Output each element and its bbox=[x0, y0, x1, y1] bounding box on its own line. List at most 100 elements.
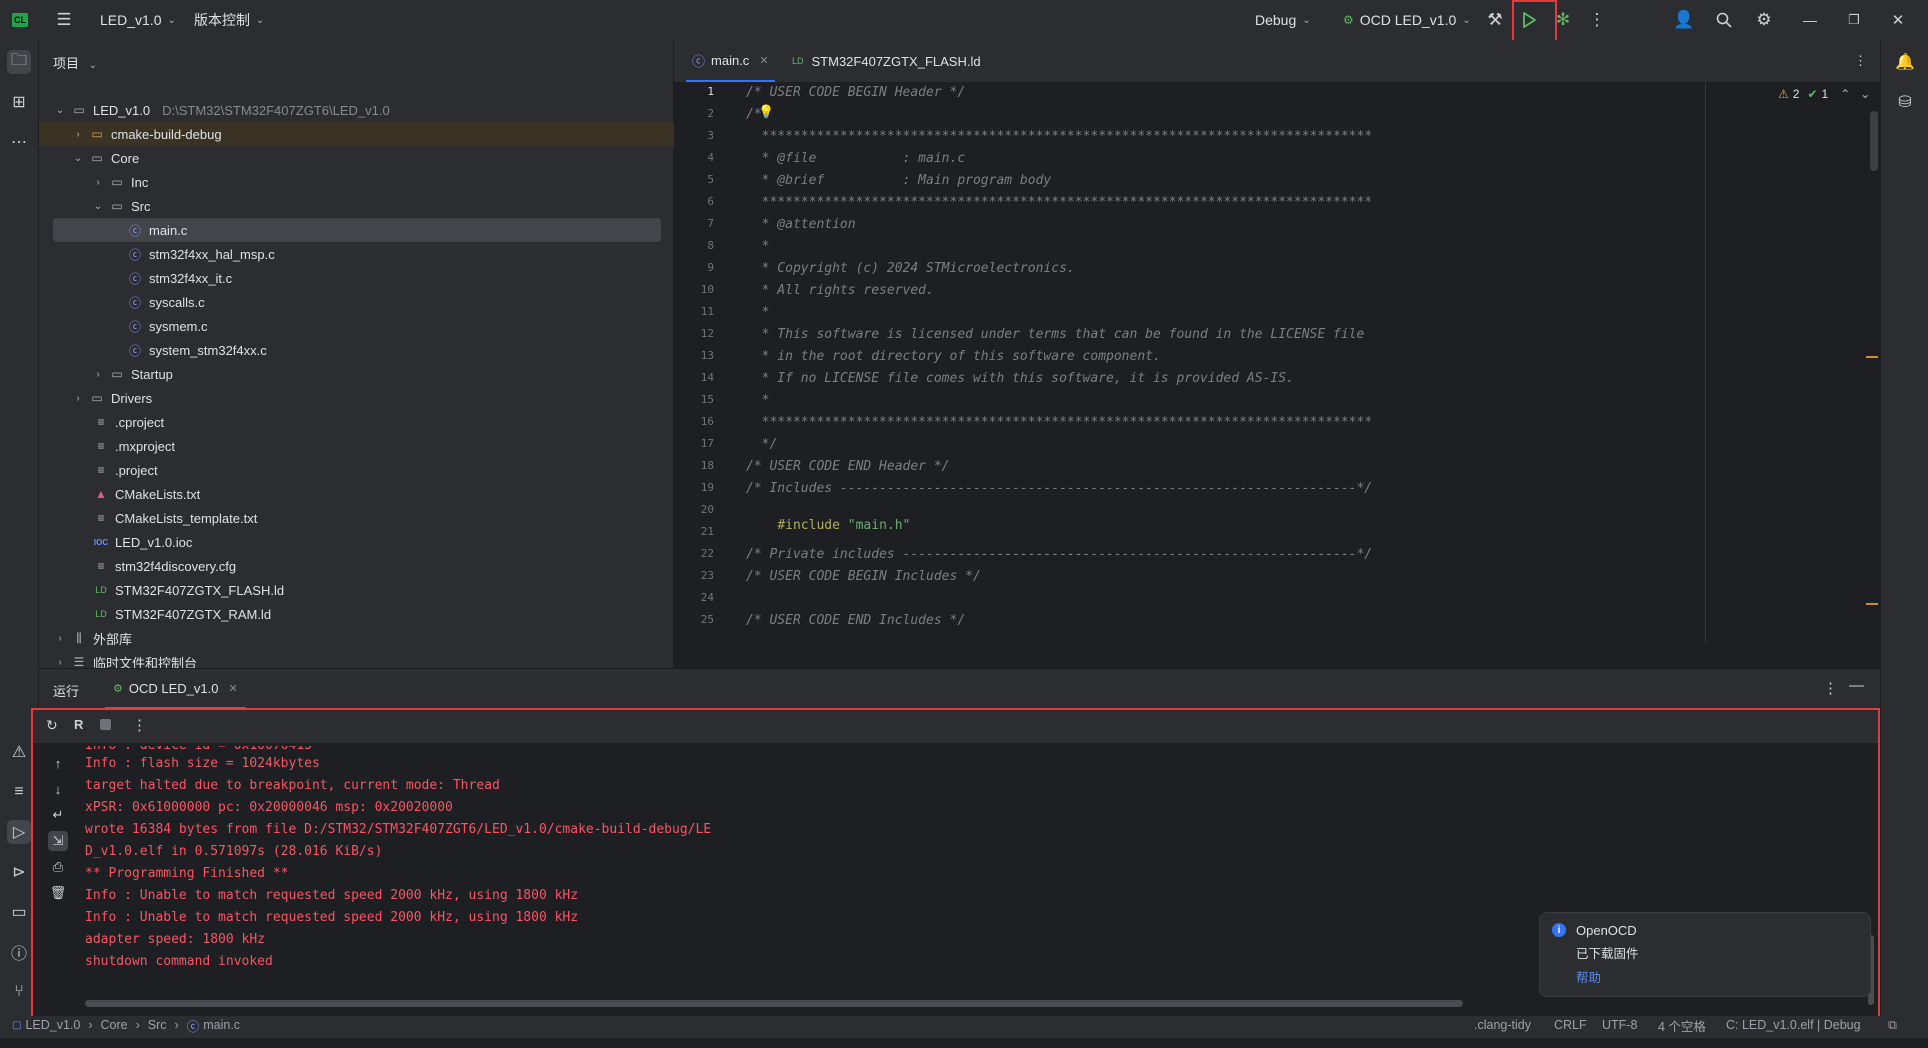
hide-panel-icon[interactable]: — bbox=[1849, 677, 1864, 694]
scroll-to-end-icon[interactable]: ⇲ bbox=[48, 831, 68, 851]
more-actions-icon[interactable]: ⋮ bbox=[132, 716, 147, 734]
breadcrumb-separator: › bbox=[135, 1018, 140, 1032]
build-config-selector[interactable]: Debug ⌄ bbox=[1255, 0, 1311, 40]
tree-item-cmake-build-debug[interactable]: › ▭ cmake-build-debug bbox=[39, 122, 705, 146]
search-icon[interactable] bbox=[1712, 8, 1736, 32]
terminal-icon[interactable]: ▭ bbox=[7, 900, 31, 924]
tree-item-sysmem[interactable]: ⓒ sysmem.c bbox=[39, 314, 761, 338]
breadcrumb-item[interactable]: LED_v1.0 bbox=[25, 1018, 80, 1032]
lock-icon[interactable]: ⧉ bbox=[1888, 1016, 1897, 1034]
linter-status[interactable]: .clang-tidy bbox=[1474, 1016, 1531, 1034]
code-editor[interactable]: 1 2 3 4 5 6 7 8 9 10 11 12 13 14 15 16 1… bbox=[674, 83, 1880, 643]
app-logo-icon: CL bbox=[12, 13, 28, 27]
more-actions-icon[interactable]: ⋮ bbox=[1585, 8, 1609, 32]
chevron-right-icon: › bbox=[76, 392, 80, 404]
tree-item-ram-ld[interactable]: LD STM32F407ZGTX_RAM.ld bbox=[39, 602, 727, 626]
notifications-bell-icon[interactable]: 🔔 bbox=[1893, 50, 1917, 74]
tree-item-src[interactable]: ⌄ ▭ Src bbox=[39, 194, 725, 218]
warning-marker[interactable] bbox=[1866, 356, 1878, 358]
tree-item-core[interactable]: ⌄ ▭ Core bbox=[39, 146, 705, 170]
folder-icon: ▭ bbox=[91, 127, 103, 141]
restart-icon[interactable]: R bbox=[74, 717, 83, 732]
vcs-menu[interactable]: 版本控制 ⌄ bbox=[194, 0, 264, 40]
tab-main-c[interactable]: ⓒ main.c ✕ bbox=[686, 40, 775, 82]
arrow-up-icon[interactable]: ↑ bbox=[48, 753, 68, 773]
restore-window-icon[interactable]: ❐ bbox=[1842, 8, 1866, 32]
tab-ocd-run[interactable]: ⚙ OCD LED_v1.0 ✕ bbox=[105, 669, 246, 709]
run-context-status[interactable]: C: LED_v1.0.elf | Debug bbox=[1726, 1016, 1861, 1034]
minimize-icon[interactable]: — bbox=[1798, 8, 1822, 32]
tree-item-drivers[interactable]: › ▭ Drivers bbox=[39, 386, 705, 410]
line-number: 4 bbox=[707, 151, 714, 164]
tree-item-startup[interactable]: › ▭ Startup bbox=[39, 362, 725, 386]
close-window-icon[interactable]: ✕ bbox=[1886, 8, 1910, 32]
tree-root[interactable]: ⌄ ▭ LED_v1.0 D:\STM32\STM32F407ZGT6\LED_… bbox=[39, 98, 687, 122]
stop-icon[interactable] bbox=[100, 719, 111, 730]
services-icon[interactable]: ⊳ bbox=[7, 860, 31, 884]
tree-item-hal-msp[interactable]: ⓒ stm32f4xx_hal_msp.c bbox=[39, 242, 761, 266]
breadcrumb-item[interactable]: Src bbox=[148, 1018, 167, 1032]
tree-item-main-c[interactable]: ⓒ main.c bbox=[53, 218, 661, 242]
project-switcher[interactable]: LED_v1.0 ⌄ bbox=[100, 0, 176, 40]
trash-icon[interactable]: 🗑 bbox=[48, 883, 68, 903]
add-user-icon[interactable]: 👤 bbox=[1672, 8, 1696, 32]
build-hammer-icon[interactable]: ⚒ bbox=[1483, 8, 1507, 32]
tree-item-system-stm32[interactable]: ⓒ system_stm32f4xx.c bbox=[39, 338, 761, 362]
info-icon: i bbox=[1552, 923, 1566, 937]
tree-item-project[interactable]: ≡ .project bbox=[39, 458, 727, 482]
check-icon: ✔ bbox=[1807, 87, 1818, 101]
close-tab-icon[interactable]: ✕ bbox=[759, 54, 768, 67]
more-tools-icon[interactable]: ⋯ bbox=[7, 130, 31, 154]
run-config-selector[interactable]: ⚙ OCD LED_v1.0 ⌄ bbox=[1343, 0, 1471, 40]
breadcrumb: ▢ LED_v1.0 › Core › Src › ⓒ main.c bbox=[12, 1016, 240, 1034]
hamburger-icon[interactable]: ☰ bbox=[52, 8, 76, 32]
breadcrumb-item[interactable]: main.c bbox=[203, 1018, 240, 1032]
problems-icon[interactable]: ⓘ bbox=[7, 940, 31, 964]
console-horizontal-scrollbar[interactable] bbox=[85, 1000, 1463, 1007]
editor-scrollbar[interactable] bbox=[1870, 111, 1878, 171]
indent-status[interactable]: 4 个空格 bbox=[1658, 1016, 1706, 1034]
tree-item-ioc[interactable]: IOC LED_v1.0.ioc bbox=[39, 530, 727, 554]
rerun-icon[interactable]: ↻ bbox=[46, 717, 58, 734]
soft-wrap-icon[interactable]: ↵ bbox=[48, 805, 68, 825]
line-number: 9 bbox=[707, 261, 714, 274]
git-branch-icon[interactable]: ⑂ bbox=[7, 980, 31, 1004]
run-panel-options-icon[interactable]: ⋮ bbox=[1823, 679, 1838, 697]
tree-item-mxproject[interactable]: ≡ .mxproject bbox=[39, 434, 727, 458]
run-tool-icon[interactable]: ▷ bbox=[7, 820, 31, 844]
tree-item-cmakelists-template[interactable]: ≡ CMakeLists_template.txt bbox=[39, 506, 727, 530]
project-panel-title[interactable]: 项目 ⌄ bbox=[53, 53, 97, 72]
debug-bug-icon[interactable]: ✻ bbox=[1551, 8, 1575, 32]
tree-item-cmakelists[interactable]: ▲ CMakeLists.txt bbox=[39, 482, 727, 506]
run-button-icon[interactable] bbox=[1517, 8, 1541, 32]
breadcrumb-item[interactable]: Core bbox=[101, 1018, 128, 1032]
encoding-status[interactable]: UTF-8 bbox=[1602, 1016, 1637, 1034]
tree-item-discovery-cfg[interactable]: ≡ stm32f4discovery.cfg bbox=[39, 554, 727, 578]
tree-item-external-libs[interactable]: › ⫼ 外部库 bbox=[39, 626, 687, 650]
warning-marker[interactable] bbox=[1866, 603, 1878, 605]
settings-gear-icon[interactable]: ⚙ bbox=[1752, 8, 1776, 32]
line-ending-status[interactable]: CRLF bbox=[1554, 1016, 1587, 1034]
tree-item-inc[interactable]: › ▭ Inc bbox=[39, 170, 725, 194]
tab-flash-ld[interactable]: LD STM32F407ZGTX_FLASH.ld bbox=[792, 40, 981, 82]
close-tab-icon[interactable]: ✕ bbox=[228, 682, 237, 695]
tree-item-cproject[interactable]: ≡ .cproject bbox=[39, 410, 727, 434]
arrow-down-icon[interactable]: ↓ bbox=[48, 779, 68, 799]
project-folder-icon[interactable]: 🗀 bbox=[7, 50, 31, 74]
chevron-up-icon[interactable]: ⌃ bbox=[1840, 87, 1850, 101]
problems-warning-icon[interactable]: ⚠ bbox=[7, 740, 31, 764]
notification-help-link[interactable]: 帮助 bbox=[1576, 967, 1601, 986]
notification-balloon[interactable]: i OpenOCD 已下载固件 帮助 bbox=[1539, 912, 1871, 997]
structure-icon[interactable]: ⊞ bbox=[7, 90, 31, 114]
folder-icon: ▭ bbox=[111, 175, 123, 189]
inspection-widget[interactable]: ⚠ 2 ✔ 1 ⌃ ⌄ bbox=[1778, 87, 1870, 101]
print-icon[interactable]: ⎙ bbox=[48, 857, 68, 877]
tree-item-it[interactable]: ⓒ stm32f4xx_it.c bbox=[39, 266, 761, 290]
todo-list-icon[interactable]: ≡ bbox=[7, 780, 31, 804]
tree-item-syscalls[interactable]: ⓒ syscalls.c bbox=[39, 290, 761, 314]
database-icon[interactable]: ⛁ bbox=[1893, 90, 1917, 114]
tree-item-flash-ld[interactable]: LD STM32F407ZGTX_FLASH.ld bbox=[39, 578, 727, 602]
lightbulb-icon[interactable]: 💡 bbox=[758, 105, 774, 120]
chevron-down-icon[interactable]: ⌄ bbox=[1860, 87, 1870, 101]
tab-options-icon[interactable]: ⋮ bbox=[1854, 40, 1867, 82]
